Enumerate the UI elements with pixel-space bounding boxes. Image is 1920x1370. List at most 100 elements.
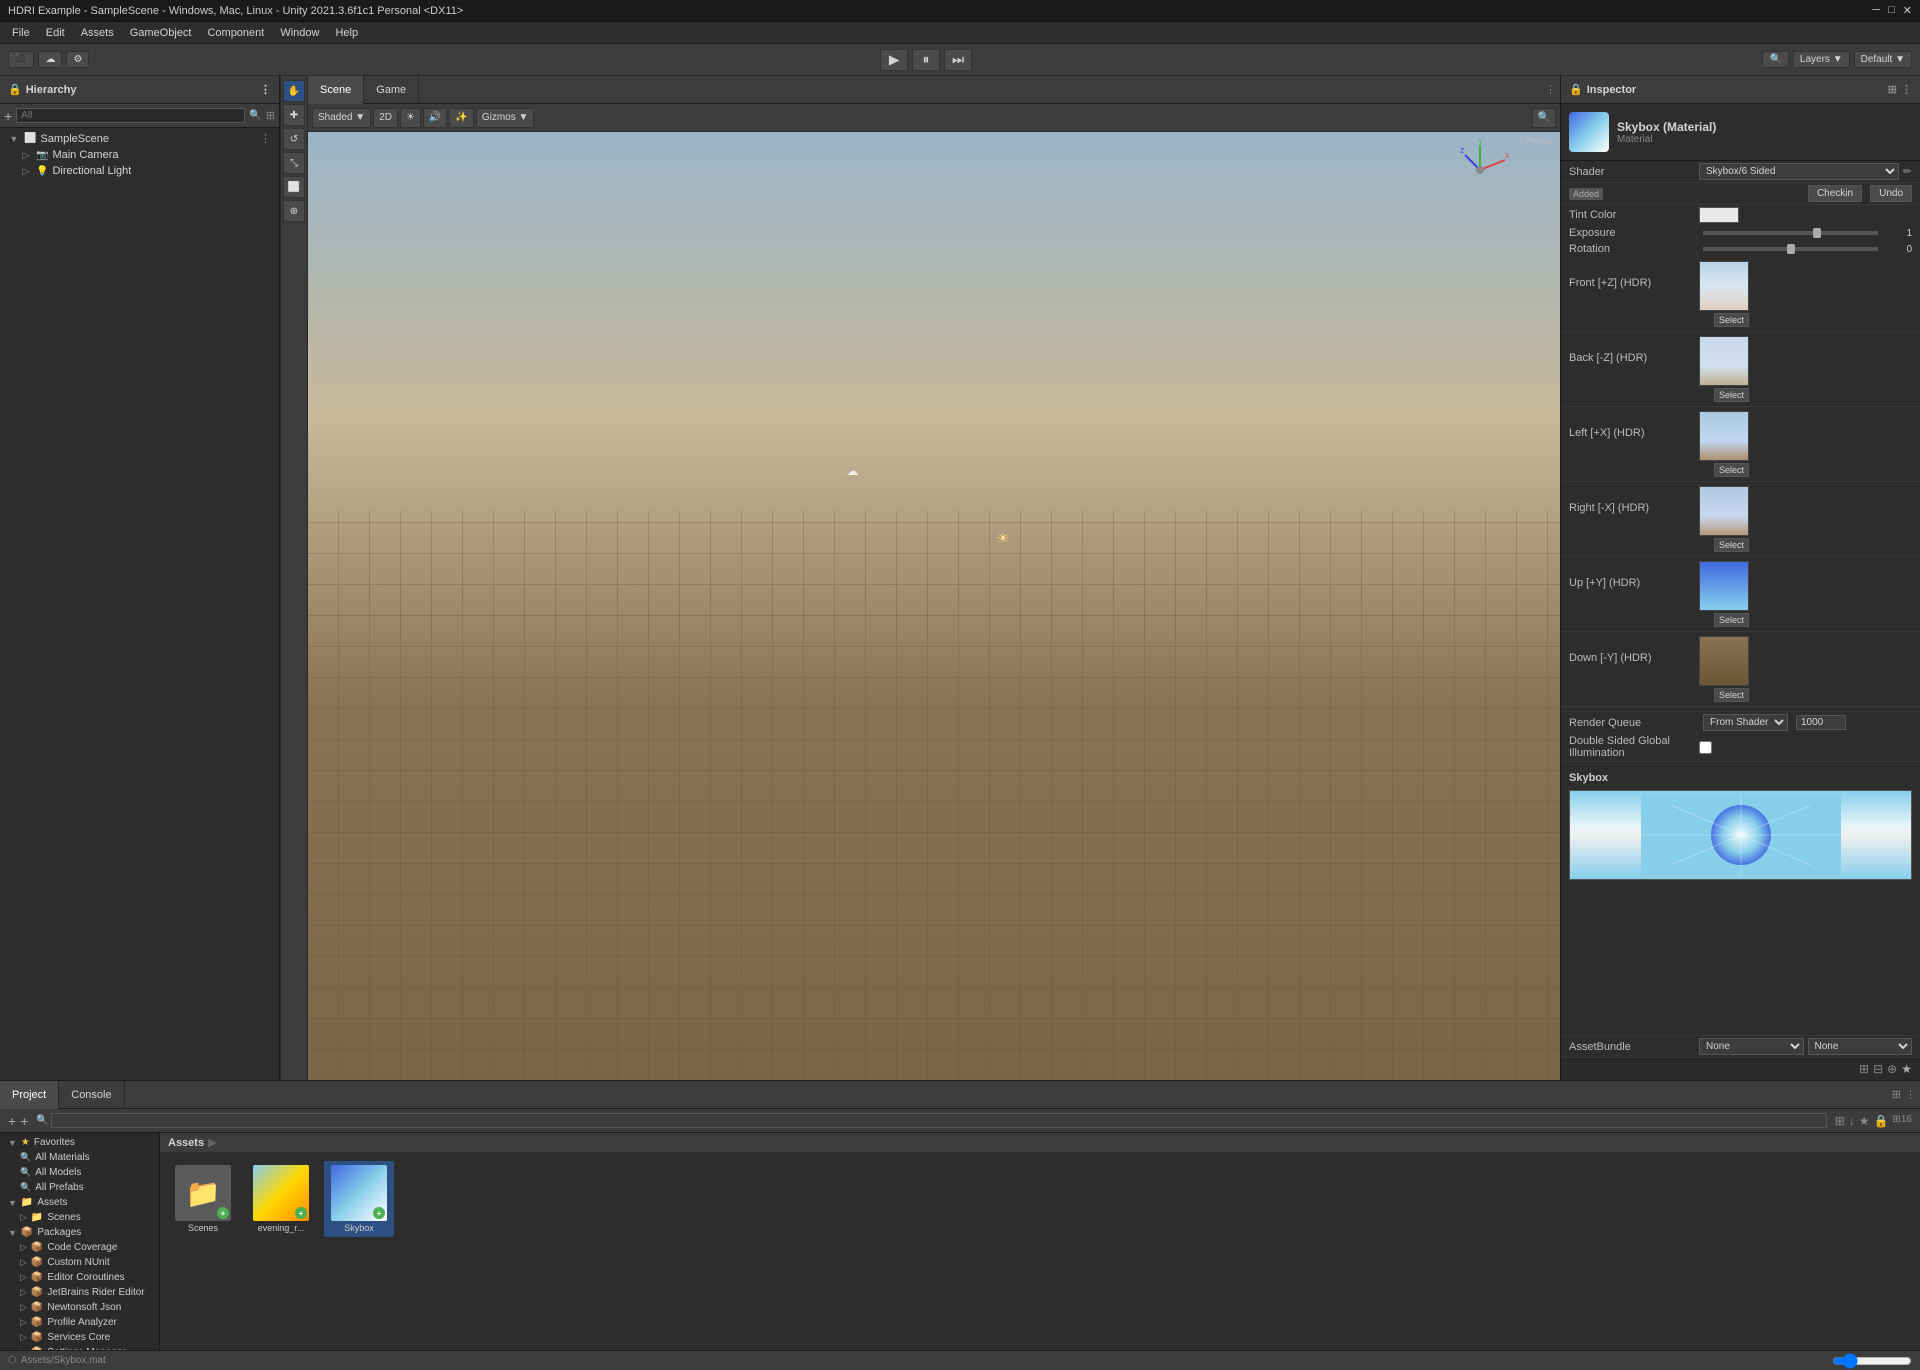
project-expand-icon[interactable]: ⊞ (1892, 1088, 1901, 1101)
tab-game[interactable]: Game (364, 76, 419, 104)
scene-panel-menu[interactable]: ⋮ (1545, 83, 1556, 96)
move-tool[interactable]: ✚ (283, 104, 305, 126)
back-texture-slot[interactable] (1699, 336, 1749, 386)
render-queue-dropdown[interactable]: From Shader (1703, 714, 1788, 731)
asset-item-scenes[interactable]: 📁 + Scenes (168, 1161, 238, 1237)
effects-btn[interactable]: ✨ (449, 108, 473, 128)
scene-view[interactable]: ☀ ☁ X Z Y < Persp (308, 132, 1560, 1080)
transform-tool[interactable]: ⊕ (283, 200, 305, 222)
shading-mode-btn[interactable]: Shaded ▼ (312, 108, 371, 128)
pause-button[interactable]: ⏸ (912, 49, 940, 71)
menu-help[interactable]: Help (327, 25, 366, 41)
step-button[interactable]: ⏭ (944, 49, 972, 71)
minimize-icon[interactable]: ─ (1872, 4, 1880, 17)
rect-tool[interactable]: ⬜ (283, 176, 305, 198)
menu-file[interactable]: File (4, 25, 38, 41)
menu-assets[interactable]: Assets (73, 25, 122, 41)
scenes-item[interactable]: ▷ 📁 Scenes (0, 1210, 159, 1225)
back-select-btn[interactable]: Select (1714, 388, 1749, 402)
inspector-icon2[interactable]: ⊟ (1873, 1062, 1883, 1076)
render-queue-value-input[interactable] (1796, 715, 1846, 730)
front-select-btn[interactable]: Select (1714, 313, 1749, 327)
project-star-icon[interactable]: ★ (1859, 1114, 1870, 1128)
inspector-expand-icon[interactable]: ⊞ (1888, 83, 1897, 96)
hierarchy-options-icon[interactable]: ⊞ (266, 109, 275, 122)
rotation-thumb[interactable] (1787, 244, 1795, 254)
hierarchy-menu-icon[interactable]: ⋮ (260, 83, 271, 96)
search-scene-btn[interactable]: 🔍 (1532, 108, 1556, 128)
pkg-custom-nunit[interactable]: ▷ 📦 Custom NUnit (0, 1255, 159, 1270)
all-models-item[interactable]: 🔍 All Models (0, 1165, 159, 1180)
inspector-icon1[interactable]: ⊞ (1859, 1062, 1869, 1076)
toolbar-gear-btn[interactable]: ⚙ (66, 51, 89, 68)
menu-component[interactable]: Component (199, 25, 272, 41)
project-filter1-icon[interactable]: ⊞ (1835, 1114, 1845, 1128)
hand-tool[interactable]: ✋ (283, 80, 305, 102)
asset-item-evening[interactable]: + evening_r... (246, 1161, 316, 1237)
right-texture-slot[interactable] (1699, 486, 1749, 536)
hierarchy-item-dirlight[interactable]: ▷ 💡 Directional Light (0, 163, 279, 179)
hierarchy-search-input[interactable] (16, 108, 245, 123)
rotation-slider[interactable] (1703, 247, 1878, 251)
pkg-services-core[interactable]: ▷ 📦 Services Core (0, 1330, 159, 1345)
double-sided-gi-checkbox[interactable] (1699, 741, 1712, 754)
all-materials-item[interactable]: 🔍 All Materials (0, 1150, 159, 1165)
gizmos-btn[interactable]: Gizmos ▼ (476, 108, 535, 128)
checkin-btn[interactable]: Checkin (1808, 185, 1862, 202)
toolbar-cloud-btn[interactable]: ☁ (38, 51, 62, 68)
zoom-slider[interactable] (1832, 1353, 1912, 1369)
shader-dropdown[interactable]: Skybox/6 Sided (1699, 163, 1899, 180)
2d-btn[interactable]: 2D (373, 108, 398, 128)
menu-edit[interactable]: Edit (38, 25, 73, 41)
menu-gameobject[interactable]: GameObject (122, 25, 200, 41)
close-icon[interactable]: ✕ (1903, 4, 1912, 17)
exposure-slider[interactable] (1703, 231, 1878, 235)
asset-bundle-dropdown[interactable]: None (1699, 1038, 1804, 1055)
tab-project[interactable]: Project (0, 1081, 59, 1109)
pkg-jetbrains[interactable]: ▷ 📦 JetBrains Rider Editor (0, 1285, 159, 1300)
hierarchy-item-maincamera[interactable]: ▷ 📷 Main Camera (0, 147, 279, 163)
favorites-header[interactable]: ▼ ★ Favorites (0, 1135, 159, 1150)
exposure-thumb[interactable] (1813, 228, 1821, 238)
up-select-btn[interactable]: Select (1714, 613, 1749, 627)
left-texture-slot[interactable] (1699, 411, 1749, 461)
front-texture-slot[interactable] (1699, 261, 1749, 311)
down-texture-slot[interactable] (1699, 636, 1749, 686)
pkg-profile-analyzer[interactable]: ▷ 📦 Profile Analyzer (0, 1315, 159, 1330)
packages-header[interactable]: ▼ 📦 Packages (0, 1225, 159, 1240)
all-prefabs-item[interactable]: 🔍 All Prefabs (0, 1180, 159, 1195)
pkg-editor-coroutines[interactable]: ▷ 📦 Editor Coroutines (0, 1270, 159, 1285)
undo-btn[interactable]: Undo (1870, 185, 1912, 202)
down-select-btn[interactable]: Select (1714, 688, 1749, 702)
play-button[interactable]: ▶ (880, 49, 908, 71)
project-search-input[interactable] (51, 1113, 1827, 1128)
hierarchy-add-btn[interactable]: + (4, 108, 12, 124)
project-add2-icon[interactable]: + (20, 1113, 28, 1129)
pkg-code-coverage[interactable]: ▷ 📦 Code Coverage (0, 1240, 159, 1255)
menu-window[interactable]: Window (272, 25, 327, 41)
project-menu-icon[interactable]: ⋮ (1905, 1088, 1916, 1101)
default-btn[interactable]: Default ▼ (1854, 51, 1912, 68)
layers-btn[interactable]: Layers ▼ (1793, 51, 1850, 68)
asset-bundle-variant-dropdown[interactable]: None (1808, 1038, 1913, 1055)
right-select-btn[interactable]: Select (1714, 538, 1749, 552)
tab-scene[interactable]: Scene (308, 76, 364, 104)
rotate-tool[interactable]: ↺ (283, 128, 305, 150)
maximize-icon[interactable]: □ (1888, 4, 1895, 17)
up-texture-slot[interactable] (1699, 561, 1749, 611)
left-select-btn[interactable]: Select (1714, 463, 1749, 477)
tab-console[interactable]: Console (59, 1081, 124, 1109)
scale-tool[interactable]: ⤡ (283, 152, 305, 174)
search-toolbar-btn[interactable]: 🔍 (1762, 51, 1788, 68)
hierarchy-item-samplescene[interactable]: ▼ ⬜ SampleScene ⋮ (0, 130, 279, 147)
project-lock-icon[interactable]: 🔒 (1874, 1114, 1889, 1128)
shader-edit-icon[interactable]: ✏ (1903, 165, 1912, 178)
hierarchy-scene-menu[interactable]: ⋮ (260, 132, 271, 145)
lighting-btn[interactable]: ☀ (400, 108, 421, 128)
pkg-newtonsoft[interactable]: ▷ 📦 Newtonsoft Json (0, 1300, 159, 1315)
toolbar-transform-btn[interactable]: ⬛ (8, 51, 34, 68)
asset-item-skybox[interactable]: + Skybox (324, 1161, 394, 1237)
tint-color-swatch[interactable] (1699, 207, 1739, 223)
audio-btn[interactable]: 🔊 (423, 108, 447, 128)
inspector-star-icon[interactable]: ★ (1901, 1062, 1912, 1076)
